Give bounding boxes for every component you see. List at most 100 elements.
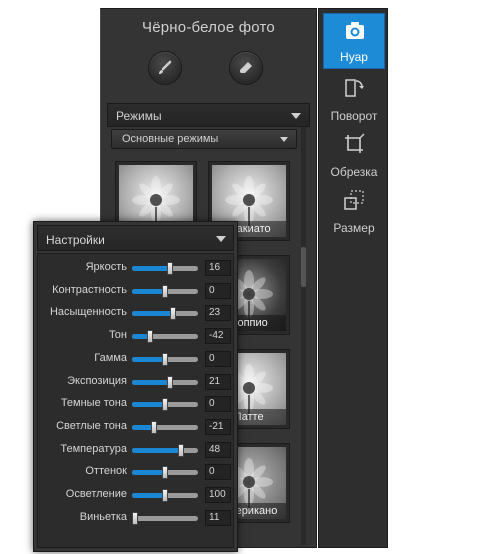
eraser-button[interactable] <box>229 51 263 85</box>
setting-value-field[interactable]: 23 <box>205 305 231 322</box>
tools-toolbar: Нуар Поворот Обрезка Размер <box>318 8 388 548</box>
setting-row: Температура 48 <box>38 439 235 461</box>
tool-noir[interactable]: Нуар <box>323 13 385 69</box>
setting-row: Виньетка 11 <box>38 507 235 529</box>
tool-rotate-label: Поворот <box>330 109 378 123</box>
setting-slider[interactable] <box>132 352 198 366</box>
settings-header[interactable]: Настройки <box>37 225 234 251</box>
modes-section-label: Режимы <box>116 109 162 123</box>
chevron-down-icon <box>216 236 226 242</box>
brush-icon <box>159 60 172 74</box>
tool-crop[interactable]: Обрезка <box>323 127 385 183</box>
setting-label: Темные тона <box>60 397 127 410</box>
setting-row: Светлые тона -21 <box>38 416 235 438</box>
setting-value-field[interactable]: -21 <box>205 418 231 435</box>
setting-row: Оттенок 0 <box>38 461 235 483</box>
scrollbar-thumb[interactable] <box>301 247 306 287</box>
slider-fill <box>132 356 165 362</box>
setting-value-field[interactable]: 21 <box>205 373 231 390</box>
setting-slider[interactable] <box>132 443 198 457</box>
setting-slider[interactable] <box>132 511 198 525</box>
camera-icon <box>346 22 364 39</box>
rotate-icon <box>345 79 364 97</box>
settings-panel: Настройки Яркость 16 Контрастность 0 Насыщен… <box>33 221 238 552</box>
slider-handle[interactable] <box>162 466 168 480</box>
chevron-down-icon <box>291 113 301 119</box>
thumbnails-scrollbar[interactable] <box>301 127 306 545</box>
setting-label: Яркость <box>85 261 127 273</box>
slider-handle[interactable] <box>169 307 176 321</box>
mode-select-value: Основные режимы <box>122 133 219 145</box>
setting-slider[interactable] <box>132 489 198 502</box>
setting-value-field[interactable]: 0 <box>205 350 231 367</box>
setting-row: Экспозиция 21 <box>38 371 235 393</box>
setting-label: Виньетка <box>79 510 127 523</box>
setting-label: Гамма <box>94 351 127 364</box>
setting-label: Светлые тона <box>56 419 127 432</box>
setting-row: Яркость 16 <box>38 257 235 279</box>
setting-value-field[interactable]: 11 <box>205 509 231 526</box>
setting-row: Осветление 100 <box>38 484 235 506</box>
setting-value-field[interactable]: 0 <box>205 282 231 299</box>
setting-slider[interactable] <box>132 284 198 298</box>
brush-button[interactable] <box>148 51 182 85</box>
setting-slider[interactable] <box>132 330 198 344</box>
slider-fill <box>132 379 171 385</box>
tool-resize-label: Размер <box>333 221 375 235</box>
setting-row: Гамма 0 <box>38 348 235 370</box>
setting-label: Температура <box>60 442 127 455</box>
slider-handle[interactable] <box>151 420 158 434</box>
setting-label: Контрастность <box>52 283 127 296</box>
setting-value-field[interactable]: 16 <box>205 260 231 276</box>
modes-section-header[interactable]: Режимы <box>107 103 310 127</box>
slider-fill <box>132 493 165 498</box>
setting-label: Тон <box>108 329 127 342</box>
slider-fill <box>132 447 181 453</box>
tool-crop-label: Обрезка <box>330 165 378 179</box>
setting-slider[interactable] <box>132 466 198 480</box>
tool-rotate[interactable]: Поворот <box>323 71 385 127</box>
setting-slider[interactable] <box>132 375 198 389</box>
setting-row: Тон -42 <box>38 325 235 347</box>
slider-fill <box>132 470 165 476</box>
setting-label: Насыщенность <box>49 306 127 319</box>
setting-value-field[interactable]: -42 <box>205 328 231 345</box>
slider-handle[interactable] <box>132 511 139 525</box>
setting-value-field[interactable]: 0 <box>205 396 231 413</box>
setting-row: Контрастность 0 <box>38 280 235 302</box>
mode-select[interactable]: Основные режимы <box>111 129 297 149</box>
tool-noir-label: Нуар <box>340 50 368 64</box>
setting-value-field[interactable]: 100 <box>205 487 231 503</box>
slider-fill <box>132 402 165 408</box>
setting-slider[interactable] <box>132 307 198 321</box>
slider-handle[interactable] <box>177 443 184 457</box>
slider-handle[interactable] <box>162 352 168 366</box>
chevron-down-icon <box>280 137 288 142</box>
setting-slider[interactable] <box>132 420 198 434</box>
crop-icon <box>345 133 365 153</box>
slider-handle[interactable] <box>167 262 174 275</box>
resize-icon <box>344 190 364 210</box>
slider-handle[interactable] <box>162 398 168 412</box>
settings-title: Настройки <box>46 233 105 247</box>
setting-row: Насыщенность 23 <box>38 302 235 324</box>
setting-slider[interactable] <box>132 398 198 412</box>
tool-resize[interactable]: Размер <box>323 183 385 239</box>
slider-handle[interactable] <box>147 330 154 344</box>
setting-label: Оттенок <box>85 465 127 478</box>
setting-row: Темные тона 0 <box>38 393 235 415</box>
slider-handle[interactable] <box>162 489 168 502</box>
slider-handle[interactable] <box>162 284 168 298</box>
settings-list: Яркость 16 Контрастность 0 Насыщенность 23 Тон… <box>37 253 234 548</box>
setting-label: Осветление <box>65 488 127 500</box>
slider-handle[interactable] <box>167 375 174 389</box>
slider-fill <box>132 266 171 271</box>
setting-label: Экспозиция <box>67 374 127 387</box>
eraser-icon <box>240 62 252 73</box>
panel-title: Чёрно-белое фото <box>142 19 275 36</box>
slider-fill <box>132 288 165 294</box>
slider-fill <box>132 311 173 317</box>
setting-value-field[interactable]: 0 <box>205 464 231 481</box>
setting-slider[interactable] <box>132 262 198 275</box>
setting-value-field[interactable]: 48 <box>205 441 231 458</box>
